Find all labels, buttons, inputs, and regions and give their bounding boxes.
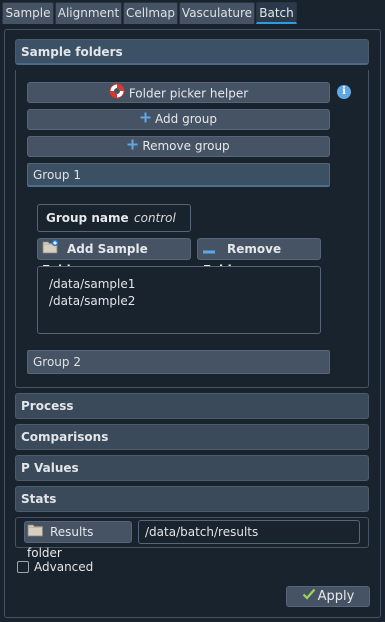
section-sample-folders-header[interactable]: Sample folders [15, 39, 369, 65]
section-p-values-header[interactable]: P Values [15, 455, 369, 481]
plus-icon [127, 137, 138, 156]
list-item[interactable]: /data/sample2 [49, 294, 135, 308]
info-icon[interactable]: i [337, 85, 351, 99]
tab-batch[interactable]: Batch [256, 2, 297, 24]
results-path-value: /data/batch/results [145, 525, 259, 539]
list-item[interactable]: /data/sample1 [49, 277, 135, 291]
tab-alignment[interactable]: Alignment [55, 2, 122, 24]
tab-vasculature[interactable]: Vasculature [179, 2, 255, 24]
group-name-field[interactable]: Group name control [37, 204, 191, 232]
advanced-checkbox[interactable] [17, 561, 29, 573]
minus-icon [203, 240, 215, 260]
folder-add-icon [42, 239, 59, 260]
folder-icon [27, 522, 44, 543]
group-name-label: Group name [46, 211, 129, 225]
folder-picker-helper-button[interactable]: Folder picker helper [27, 82, 330, 103]
lifebuoy-icon [109, 83, 125, 105]
folder-picker-helper-label: Folder picker helper [128, 86, 249, 101]
advanced-label[interactable]: Advanced [34, 560, 93, 574]
add-group-label: Add group [155, 112, 217, 126]
tab-cellmap[interactable]: Cellmap [123, 2, 178, 24]
sample-folder-list[interactable]: /data/sample1 /data/sample2 [37, 266, 321, 334]
add-group-button[interactable]: Add group [27, 109, 330, 130]
remove-folder-button[interactable]: Remove Folder [197, 238, 321, 277]
remove-group-button[interactable]: Remove group [27, 136, 330, 157]
results-path-input[interactable]: /data/batch/results [138, 520, 360, 544]
group-name-value[interactable]: control [134, 211, 176, 225]
tab-bar: Sample Alignment Cellmap Vasculature Bat… [0, 0, 385, 26]
plus-icon [140, 110, 151, 129]
remove-group-label: Remove group [142, 139, 230, 153]
section-stats-header[interactable]: Stats [15, 486, 369, 512]
section-process-header[interactable]: Process [15, 393, 369, 419]
group-2-tab[interactable]: Group 2 [27, 350, 330, 374]
group-1-tab[interactable]: Group 1 [27, 163, 330, 187]
checkmark-icon [302, 587, 316, 606]
section-comparisons-header[interactable]: Comparisons [15, 424, 369, 450]
add-sample-folder-button[interactable]: Add Sample Folder [37, 238, 191, 277]
apply-label: Apply [317, 589, 355, 604]
tab-sample[interactable]: Sample [2, 2, 54, 24]
results-folder-button[interactable]: Results folder [24, 521, 132, 560]
apply-button[interactable]: Apply [286, 586, 370, 607]
